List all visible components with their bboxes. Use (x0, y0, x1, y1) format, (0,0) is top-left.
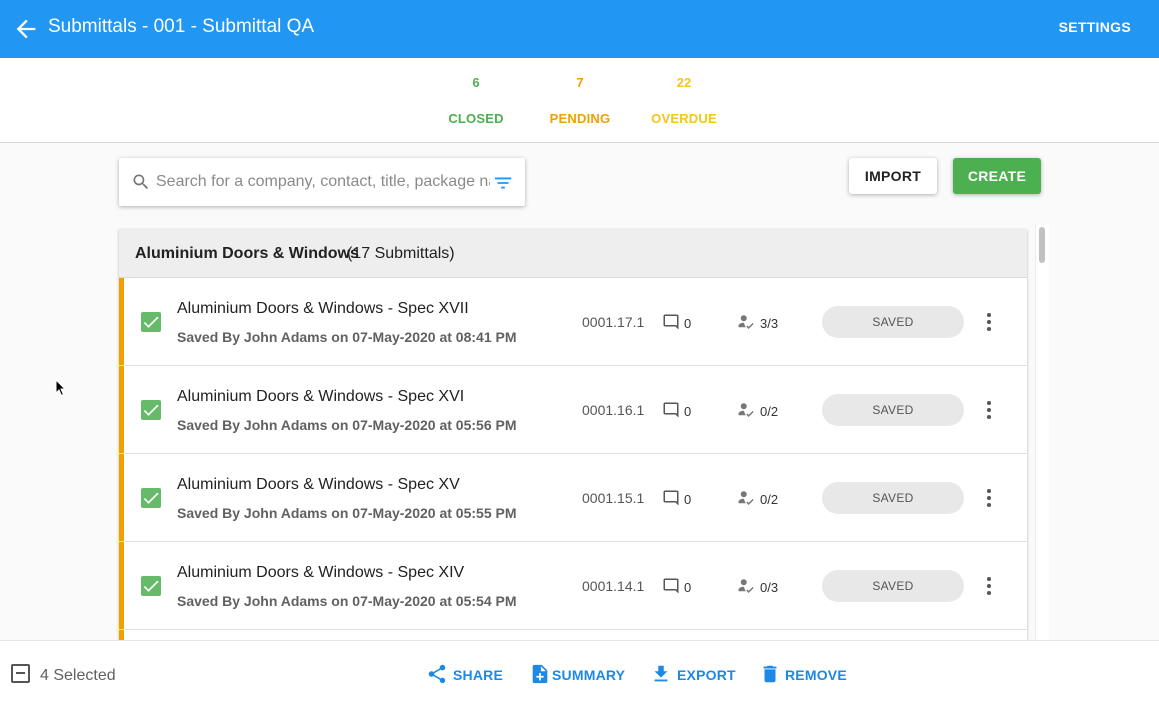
stat-overdue-count: 22 (676, 75, 692, 90)
status-summary: 6 CLOSED 7 PENDING 22 OVERDUE (0, 58, 1159, 143)
settings-button[interactable]: SETTINGS (1059, 19, 1131, 35)
status-stripe (119, 542, 124, 629)
status-stripe (119, 366, 124, 453)
submittal-subtitle: Saved By John Adams on 07-May-2020 at 05… (177, 505, 517, 521)
comment-count: 0 (684, 316, 692, 331)
group-name: Aluminium Doors & Windows (135, 245, 359, 262)
more-vert-icon[interactable] (981, 399, 997, 421)
export-label: EXPORT (677, 667, 736, 683)
list-item[interactable]: Aluminium Doors & Windows - Spec XV Save… (119, 454, 1027, 542)
share-label: SHARE (453, 667, 504, 683)
comment-icon (663, 578, 679, 594)
status-badge: SAVED (822, 570, 964, 602)
submittal-group: Aluminium Doors & Windows (17 Submittals… (119, 229, 1027, 640)
submittal-number: 0001.14.1 (582, 578, 645, 594)
submittal-subtitle: Saved By John Adams on 07-May-2020 at 05… (177, 417, 517, 433)
approver-icon (738, 403, 754, 418)
approval-count: 0/3 (760, 580, 779, 595)
approval-count: 0/2 (760, 404, 779, 419)
submittal-title[interactable]: Aluminium Doors & Windows - Spec XVII (177, 300, 469, 318)
status-badge: SAVED (822, 482, 964, 514)
arrow-left-icon[interactable] (12, 15, 40, 43)
checkmark-icon (143, 316, 159, 328)
summary-button[interactable]: SUMMARY (529, 663, 626, 687)
status-badge: SAVED (822, 306, 964, 338)
approval-count: 0/2 (760, 492, 779, 507)
row-checkbox[interactable] (141, 488, 161, 508)
submittal-title[interactable]: Aluminium Doors & Windows - Spec XVI (177, 388, 464, 406)
note-add-icon (532, 664, 548, 684)
share-icon (428, 664, 446, 684)
mouse-cursor-icon (55, 379, 67, 397)
comment-icon (663, 402, 679, 418)
submittal-subtitle: Saved By John Adams on 07-May-2020 at 05… (177, 593, 517, 609)
app-bar: Submittals - 001 - Submittal QA SETTINGS (0, 0, 1159, 58)
approver-icon (738, 579, 754, 594)
comment-icon (663, 314, 679, 330)
group-count: (17 Submittals) (347, 245, 455, 262)
list-item[interactable]: Aluminium Doors & Windows - Spec XIV Sav… (119, 542, 1027, 630)
status-stripe (119, 630, 124, 640)
stat-overdue-label: OVERDUE (651, 111, 717, 126)
status-stripe (119, 454, 124, 541)
import-button[interactable]: IMPORT (849, 158, 937, 194)
remove-button[interactable]: REMOVE (759, 663, 847, 687)
page-title: Submittals - 001 - Submittal QA (48, 16, 315, 37)
comment-count: 0 (684, 404, 692, 419)
submittal-number: 0001.17.1 (582, 314, 645, 330)
stat-closed-count: 6 (472, 75, 480, 90)
export-button[interactable]: EXPORT (650, 663, 736, 687)
more-vert-icon[interactable] (981, 311, 997, 333)
stat-pending-count: 7 (576, 75, 584, 90)
summary-label: SUMMARY (552, 667, 626, 683)
comment-count: 0 (684, 492, 692, 507)
more-vert-icon[interactable] (981, 575, 997, 597)
search-icon (133, 174, 149, 190)
status-stripe (119, 278, 124, 365)
approval-count: 3/3 (760, 316, 779, 331)
remove-label: REMOVE (785, 667, 847, 683)
share-button[interactable]: SHARE (426, 663, 504, 687)
group-header[interactable]: Aluminium Doors & Windows (17 Submittals… (119, 229, 1027, 278)
submittal-title[interactable]: Aluminium Doors & Windows - Spec XIV (177, 564, 464, 582)
stat-pending-label: PENDING (549, 111, 611, 126)
selected-count: 4 Selected (40, 667, 116, 684)
comment-count: 0 (684, 580, 692, 595)
checkmark-icon (143, 404, 159, 416)
submittal-title[interactable]: Aluminium Doors & Windows - Spec XV (177, 476, 460, 494)
list-item[interactable] (119, 630, 1027, 640)
search-input[interactable] (156, 171, 490, 193)
more-vert-icon[interactable] (981, 487, 997, 509)
checkmark-icon (143, 492, 159, 504)
scrollbar-thumb[interactable] (1039, 227, 1045, 263)
approver-icon (738, 491, 754, 506)
comment-icon (663, 490, 679, 506)
submittal-number: 0001.16.1 (582, 402, 645, 418)
list-item[interactable]: Aluminium Doors & Windows - Spec XVII Sa… (119, 278, 1027, 366)
row-checkbox[interactable] (141, 312, 161, 332)
submittal-number: 0001.15.1 (582, 490, 645, 506)
scrollbar-track[interactable] (1035, 225, 1049, 640)
row-checkbox[interactable] (141, 400, 161, 420)
search-box (119, 158, 525, 206)
selection-action-bar: 4 Selected SHARE SUMMARY EXPORT REMOVE (0, 640, 1159, 702)
list-item[interactable]: Aluminium Doors & Windows - Spec XVI Sav… (119, 366, 1027, 454)
select-all-checkbox[interactable] (11, 664, 30, 683)
checkmark-icon (143, 580, 159, 592)
stat-closed-label: CLOSED (448, 111, 504, 126)
create-button[interactable]: CREATE (953, 158, 1041, 194)
status-badge: SAVED (822, 394, 964, 426)
filter-icon[interactable] (492, 172, 514, 194)
trash-icon (763, 665, 777, 683)
row-checkbox[interactable] (141, 576, 161, 596)
download-icon (654, 665, 668, 682)
submittal-subtitle: Saved By John Adams on 07-May-2020 at 08… (177, 329, 517, 345)
approver-icon (738, 315, 754, 330)
